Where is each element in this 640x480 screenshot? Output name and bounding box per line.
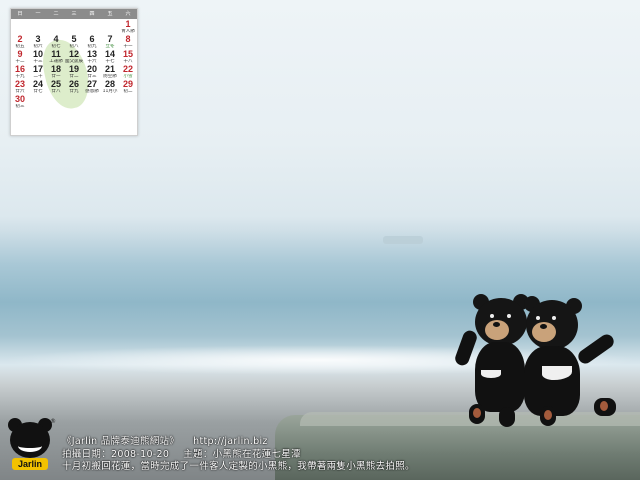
weekday-label: 三 xyxy=(71,11,77,17)
calendar-empty-cell xyxy=(65,19,83,34)
calendar-day: 12 國父誕辰 xyxy=(65,49,83,64)
calendar-day-number: 17 xyxy=(32,64,43,74)
caption-line-1: 《Jarlin 品牌泰迪熊網站》 http://jarlin.biz xyxy=(62,436,415,449)
calendar-day-number: 18 xyxy=(50,64,61,74)
weekday-label: 二 xyxy=(53,11,59,17)
calendar-day-number: 28 xyxy=(104,79,115,89)
calendar-empty-cell xyxy=(11,19,29,34)
calendar-day: 14 十七 xyxy=(101,49,119,64)
calendar-day-number: 30 xyxy=(14,94,25,104)
calendar-day: 27 感恩節 xyxy=(83,79,101,94)
calendar-day-note: 11月小 xyxy=(102,89,118,94)
calendar-day-note: 初三 xyxy=(15,104,25,109)
calendar-day-number: 3 xyxy=(35,34,41,44)
calendar-day-number: 5 xyxy=(71,34,77,44)
calendar-day-number: 20 xyxy=(86,64,97,74)
calendar-day-number: 16 xyxy=(14,64,25,74)
logo-text: Jarlin xyxy=(12,458,48,470)
calendar-day-number: 29 xyxy=(122,79,133,89)
calendar-day-number: 25 xyxy=(50,79,61,89)
jarlin-logo: Jarlin ® xyxy=(6,418,56,474)
calendar-weekday-header: 日 一 二 三 四 五 六 xyxy=(11,9,137,19)
calendar-day: 30 初三 xyxy=(11,94,29,109)
calendar-day-note: 廿七 xyxy=(33,89,43,94)
weekday-label: 五 xyxy=(107,11,113,17)
calendar-day: 17 二十 xyxy=(29,64,47,79)
calendar-day-note: 初二 xyxy=(123,89,133,94)
caption-line-3: 十月初搬回花蓮，當時完成了一件客人定製的小黑熊，我帶著兩隻小黑熊去拍照。 xyxy=(62,461,415,472)
calendar-day-number: 15 xyxy=(122,49,133,59)
calendar-day-number: 8 xyxy=(125,34,131,44)
calendar-day: 26 廿九 xyxy=(65,79,83,94)
calendar-day-number: 9 xyxy=(17,49,23,59)
bear-chest-mark xyxy=(18,440,42,452)
calendar-day-number: 23 xyxy=(14,79,25,89)
calendar-day-number: 19 xyxy=(68,64,79,74)
calendar-day: 3 初六 xyxy=(29,34,47,49)
calendar-empty-cell xyxy=(101,19,119,34)
weekday-label: 四 xyxy=(89,11,95,17)
calendar-empty-cell xyxy=(29,19,47,34)
calendar-day: 29 初二 xyxy=(119,79,137,94)
site-url[interactable]: http://jarlin.biz xyxy=(193,436,268,447)
calendar-day: 5 初八 xyxy=(65,34,83,49)
calendar-day-number: 12 xyxy=(68,49,79,59)
calendar-day-number: 2 xyxy=(17,34,23,44)
calendar-day: 2 初五 xyxy=(11,34,29,49)
calendar-day-grid: 1 青人節 2 初五 3 初六 4 初七 5 初八 6 初九 7 立冬 8 十一 9 十二 10 十三 11 工運節 12 國… xyxy=(11,19,137,113)
calendar-day-number: 11 xyxy=(51,49,61,59)
calendar-day-number: 6 xyxy=(89,34,95,44)
calendar-day: 15 十八 xyxy=(119,49,137,64)
calendar-day: 25 廿八 xyxy=(47,79,65,94)
shoot-date: 拍攝日期：2008-10-20 xyxy=(62,448,170,460)
calendar-day: 6 初九 xyxy=(83,34,101,49)
calendar-day-note: 廿九 xyxy=(69,89,79,94)
calendar-day-number: 10 xyxy=(32,49,43,59)
photo-theme: 主題：小黑熊在花蓮七星潭 xyxy=(183,448,301,460)
weekday-label: 日 xyxy=(17,11,23,17)
calendar-day: 24 廿七 xyxy=(29,79,47,94)
calendar-day-number: 14 xyxy=(104,49,115,59)
calendar-day-number: 21 xyxy=(104,64,115,74)
calendar-day-note: 廿八 xyxy=(51,89,61,94)
calendar-day-number: 1 xyxy=(125,19,131,29)
calendar-day: 16 十九 xyxy=(11,64,29,79)
calendar-day: 11 工運節 xyxy=(47,49,65,64)
distant-ship xyxy=(383,236,423,244)
calendar-day: 7 立冬 xyxy=(101,34,119,49)
calendar-day: 13 十六 xyxy=(83,49,101,64)
calendar-day-number: 13 xyxy=(86,49,97,59)
weekday-label: 一 xyxy=(35,11,41,17)
teddy-bear-right xyxy=(518,294,623,429)
calendar-day: 4 初七 xyxy=(47,34,65,49)
calendar-day: 9 十二 xyxy=(11,49,29,64)
calendar-day: 18 廿一 xyxy=(47,64,65,79)
calendar-day: 23 廿六 xyxy=(11,79,29,94)
calendar-day-number: 26 xyxy=(68,79,79,89)
photo-caption: 《Jarlin 品牌泰迪熊網站》 http://jarlin.biz 拍攝日期：2… xyxy=(62,436,415,474)
site-title: 《Jarlin 品牌泰迪熊網站》 xyxy=(62,436,180,447)
calendar-day: 28 11月小 xyxy=(101,79,119,94)
calendar-day: 21 防空節 xyxy=(101,64,119,79)
calendar-day: 22 小雪 xyxy=(119,64,137,79)
calendar-day-number: 7 xyxy=(107,34,113,44)
calendar-empty-cell xyxy=(83,19,101,34)
calendar-day-number: 27 xyxy=(86,79,97,89)
calendar-day-number: 24 xyxy=(32,79,43,89)
calendar-day-number: 4 xyxy=(53,34,59,44)
calendar-day-number: 22 xyxy=(122,64,133,74)
calendar-day: 1 青人節 xyxy=(119,19,137,34)
caption-line-2: 拍攝日期：2008-10-20 主題：小黑熊在花蓮七星潭 xyxy=(62,449,415,462)
calendar-day: 8 十一 xyxy=(119,34,137,49)
calendar-day-note: 感恩節 xyxy=(85,89,99,94)
weekday-label: 六 xyxy=(125,11,131,17)
registered-mark: ® xyxy=(50,418,56,425)
calendar-day: 10 十三 xyxy=(29,49,47,64)
calendar-day: 20 廿三 xyxy=(83,64,101,79)
calendar-empty-cell xyxy=(47,19,65,34)
calendar-widget: 日 一 二 三 四 五 六 1 青人節 2 初五 3 初六 4 初七 5 初八 6 初九 7 立冬 8 十一 9… xyxy=(10,8,138,136)
calendar-day: 19 廿二 xyxy=(65,64,83,79)
